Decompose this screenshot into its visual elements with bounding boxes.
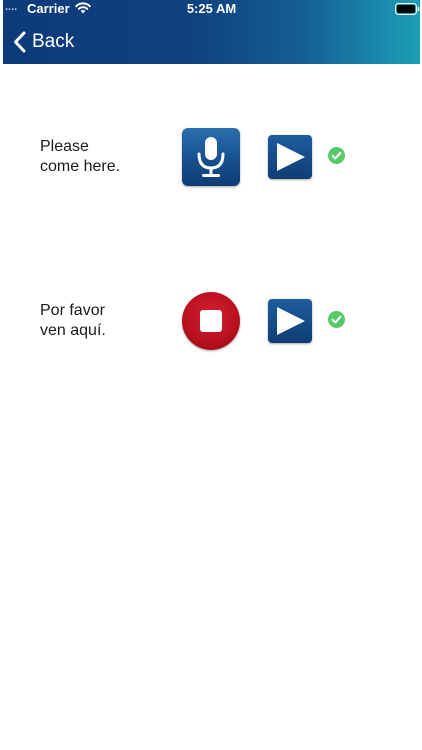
phrase-text-english: Please come here. <box>40 137 120 177</box>
play-button[interactable] <box>268 299 312 343</box>
microphone-icon <box>197 137 225 177</box>
phrase-line: Please <box>40 138 89 155</box>
record-button[interactable] <box>182 128 240 186</box>
battery-icon <box>395 3 420 15</box>
stop-recording-button[interactable] <box>182 292 240 350</box>
stop-icon <box>200 310 222 332</box>
phrase-line: come here. <box>40 158 121 175</box>
checkmark-icon <box>328 311 345 328</box>
phrase-line: Por favor <box>40 302 105 319</box>
checkmark-icon <box>328 147 345 164</box>
back-button[interactable]: Back <box>13 28 74 56</box>
play-button[interactable] <box>268 135 312 179</box>
play-icon <box>277 143 305 171</box>
phrase-line: ven aquí. <box>40 322 106 339</box>
status-time: 5:25 AM <box>186 1 237 16</box>
phrase-text-spanish: Por favor ven aquí. <box>40 301 106 341</box>
status-bar: .... Carrier 5:25 AM <box>3 0 420 18</box>
chevron-left-icon <box>14 31 26 53</box>
nav-header: .... Carrier 5:25 AM Back <box>3 0 420 64</box>
back-label: Back <box>32 31 75 52</box>
play-icon <box>277 307 305 335</box>
